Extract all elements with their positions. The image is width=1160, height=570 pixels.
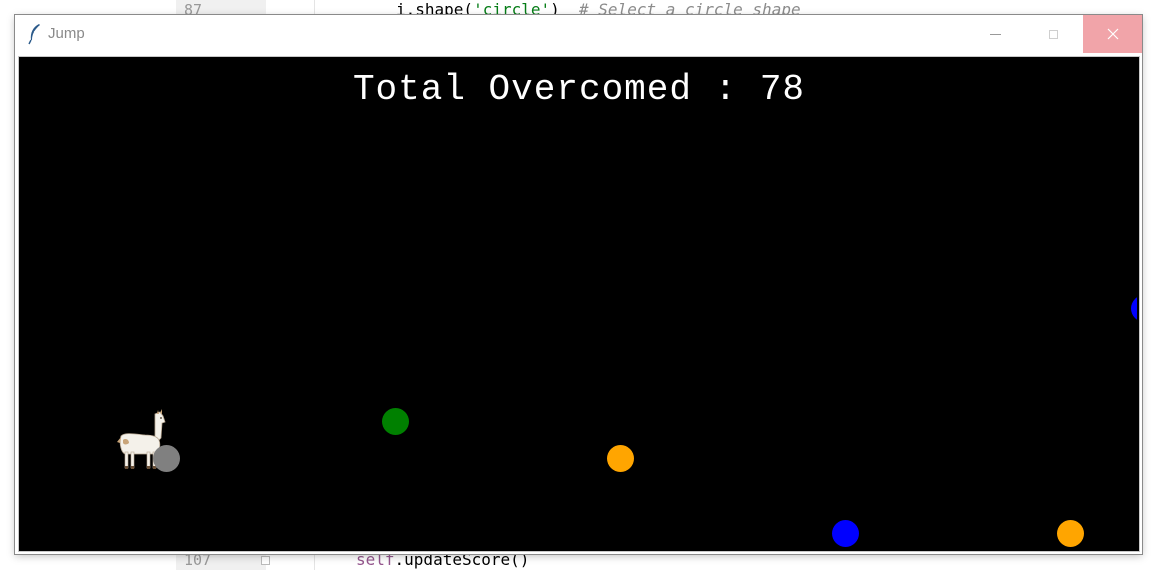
blue-ball-edge	[1131, 295, 1137, 322]
orange-ball	[1057, 520, 1084, 547]
orange-ball	[607, 445, 634, 472]
score-text: Total Overcomed : 78	[21, 69, 1137, 110]
gray-ball	[153, 445, 180, 472]
green-ball	[382, 408, 409, 435]
score-value: 78	[759, 69, 806, 110]
fold-marker-icon[interactable]	[261, 556, 270, 565]
close-icon	[1107, 28, 1118, 40]
minimize-icon	[989, 33, 1001, 35]
minimize-button[interactable]	[966, 15, 1024, 53]
maximize-icon	[1048, 29, 1058, 39]
game-canvas-frame: Total Overcomed : 78	[18, 56, 1140, 552]
game-window: Jump Total Overcomed : 78	[15, 15, 1142, 554]
window-title: Jump	[48, 25, 85, 42]
blue-ball	[832, 520, 859, 547]
game-canvas[interactable]: Total Overcomed : 78	[21, 59, 1137, 549]
score-separator: :	[714, 69, 738, 110]
close-button[interactable]	[1083, 15, 1142, 53]
score-label: Total Overcomed	[352, 69, 692, 110]
feather-icon	[28, 24, 40, 45]
maximize-button[interactable]	[1024, 15, 1082, 53]
title-bar[interactable]: Jump	[15, 15, 1142, 53]
